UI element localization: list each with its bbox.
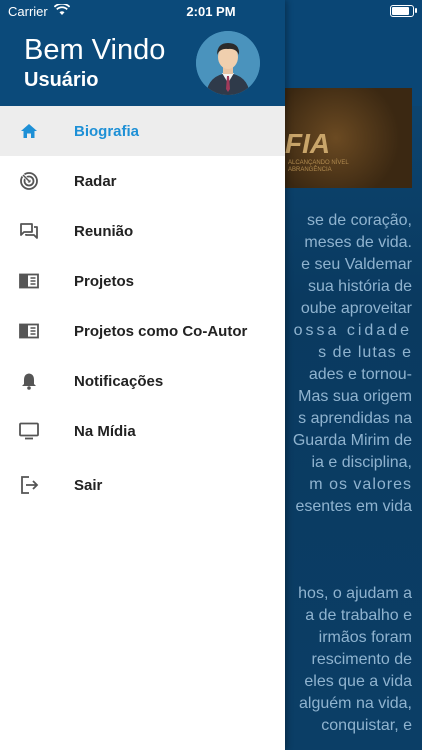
battery-nub	[415, 8, 417, 13]
battery-icon	[390, 5, 414, 17]
menu-item-reuniao[interactable]: Reunião	[0, 206, 285, 256]
menu-item-notificacoes[interactable]: Notificações	[0, 356, 285, 406]
menu-item-na-midia[interactable]: Na Mídia	[0, 406, 285, 456]
menu-item-label: Notificações	[74, 372, 164, 390]
exit-icon	[18, 474, 40, 496]
banner-subtitle: ALCANÇANDO NÍVEL ABRANGÊNCIA	[288, 160, 349, 173]
radar-icon	[18, 170, 40, 192]
tv-icon	[18, 420, 40, 442]
banner-title: FIA	[285, 128, 331, 159]
menu-item-label: Radar	[74, 172, 117, 190]
book-icon	[18, 270, 40, 292]
book-icon	[18, 320, 40, 342]
status-bar: Carrier 2:01 PM	[0, 0, 422, 22]
clock: 2:01 PM	[186, 4, 236, 19]
home-icon	[18, 120, 40, 142]
menu-item-label: Biografia	[74, 122, 140, 140]
avatar[interactable]	[196, 31, 260, 95]
menu-item-label: Projetos	[74, 272, 135, 290]
menu-item-label: Reunião	[74, 222, 134, 240]
menu-item-label: Projetos como Co-Autor	[74, 322, 248, 340]
biography-text-2: hos, o ajudam a a de trabalho e irmãos f…	[298, 585, 412, 734]
drawer-menu: Biografia Radar Reunião Projetos Projeto…	[0, 106, 285, 514]
chat-icon	[18, 220, 40, 242]
bell-icon	[18, 370, 40, 392]
menu-item-label: Na Mídia	[74, 422, 136, 440]
navigation-drawer: Bem Vindo Usuário Biografia Radar Reuniã…	[0, 0, 285, 750]
menu-item-projetos-co-autor[interactable]: Projetos como Co-Autor	[0, 306, 285, 356]
biography-text-1: se de coração, meses de vida. e seu Vald…	[292, 212, 412, 515]
menu-item-sair[interactable]: Sair	[0, 456, 285, 514]
welcome-title: Bem Vindo	[24, 34, 166, 66]
menu-item-label: Sair	[74, 476, 103, 494]
menu-item-biografia[interactable]: Biografia	[0, 106, 285, 156]
menu-item-radar[interactable]: Radar	[0, 156, 285, 206]
username-label: Usuário	[24, 69, 99, 91]
menu-item-projetos[interactable]: Projetos	[0, 256, 285, 306]
